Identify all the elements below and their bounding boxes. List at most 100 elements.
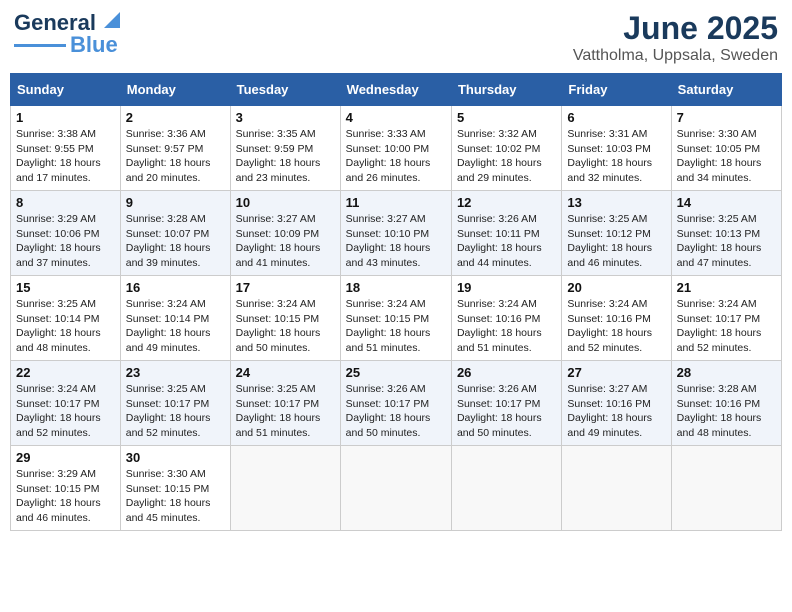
day-number: 24: [236, 365, 335, 380]
day-cell: 6 Sunrise: 3:31 AM Sunset: 10:03 PM Dayli…: [562, 106, 671, 191]
day-number: 27: [567, 365, 665, 380]
calendar-header-row: SundayMondayTuesdayWednesdayThursdayFrid…: [11, 74, 782, 106]
day-number: 3: [236, 110, 335, 125]
day-info: Sunrise: 3:27 AM Sunset: 10:10 PM Daylig…: [346, 212, 446, 271]
day-cell: 24 Sunrise: 3:25 AM Sunset: 10:17 PM Dayl…: [230, 361, 340, 446]
day-number: 13: [567, 195, 665, 210]
day-info: Sunrise: 3:28 AM Sunset: 10:16 PM Daylig…: [677, 382, 776, 441]
day-cell: 21 Sunrise: 3:24 AM Sunset: 10:17 PM Dayl…: [671, 276, 781, 361]
day-info: Sunrise: 3:27 AM Sunset: 10:16 PM Daylig…: [567, 382, 665, 441]
day-info: Sunrise: 3:28 AM Sunset: 10:07 PM Daylig…: [126, 212, 225, 271]
day-info: Sunrise: 3:24 AM Sunset: 10:16 PM Daylig…: [567, 297, 665, 356]
day-info: Sunrise: 3:24 AM Sunset: 10:14 PM Daylig…: [126, 297, 225, 356]
logo-underline: [14, 44, 66, 47]
day-number: 7: [677, 110, 776, 125]
day-cell: 16 Sunrise: 3:24 AM Sunset: 10:14 PM Dayl…: [120, 276, 230, 361]
col-header-wednesday: Wednesday: [340, 74, 451, 106]
day-number: 9: [126, 195, 225, 210]
day-number: 22: [16, 365, 115, 380]
day-number: 1: [16, 110, 115, 125]
day-number: 25: [346, 365, 446, 380]
day-info: Sunrise: 3:29 AM Sunset: 10:15 PM Daylig…: [16, 467, 115, 526]
day-number: 18: [346, 280, 446, 295]
day-info: Sunrise: 3:24 AM Sunset: 10:15 PM Daylig…: [346, 297, 446, 356]
calendar-subtitle: Vattholma, Uppsala, Sweden: [573, 47, 778, 65]
day-info: Sunrise: 3:25 AM Sunset: 10:14 PM Daylig…: [16, 297, 115, 356]
day-info: Sunrise: 3:27 AM Sunset: 10:09 PM Daylig…: [236, 212, 335, 271]
day-cell: 5 Sunrise: 3:32 AM Sunset: 10:02 PM Dayli…: [451, 106, 561, 191]
day-number: 11: [346, 195, 446, 210]
day-info: Sunrise: 3:31 AM Sunset: 10:03 PM Daylig…: [567, 127, 665, 186]
day-info: Sunrise: 3:25 AM Sunset: 10:17 PM Daylig…: [126, 382, 225, 441]
day-number: 12: [457, 195, 556, 210]
day-info: Sunrise: 3:35 AM Sunset: 9:59 PM Dayligh…: [236, 127, 335, 186]
day-cell: 18 Sunrise: 3:24 AM Sunset: 10:15 PM Dayl…: [340, 276, 451, 361]
logo-blue: Blue: [70, 32, 118, 58]
day-number: 21: [677, 280, 776, 295]
day-info: Sunrise: 3:32 AM Sunset: 10:02 PM Daylig…: [457, 127, 556, 186]
day-info: Sunrise: 3:30 AM Sunset: 10:05 PM Daylig…: [677, 127, 776, 186]
day-cell: [451, 446, 561, 531]
day-info: Sunrise: 3:26 AM Sunset: 10:11 PM Daylig…: [457, 212, 556, 271]
day-number: 10: [236, 195, 335, 210]
week-row-3: 15 Sunrise: 3:25 AM Sunset: 10:14 PM Dayl…: [11, 276, 782, 361]
day-cell: 23 Sunrise: 3:25 AM Sunset: 10:17 PM Dayl…: [120, 361, 230, 446]
day-info: Sunrise: 3:25 AM Sunset: 10:17 PM Daylig…: [236, 382, 335, 441]
logo: General Blue: [14, 10, 120, 58]
col-header-saturday: Saturday: [671, 74, 781, 106]
day-number: 19: [457, 280, 556, 295]
day-cell: 27 Sunrise: 3:27 AM Sunset: 10:16 PM Dayl…: [562, 361, 671, 446]
day-number: 4: [346, 110, 446, 125]
day-info: Sunrise: 3:26 AM Sunset: 10:17 PM Daylig…: [457, 382, 556, 441]
day-number: 17: [236, 280, 335, 295]
day-cell: 28Sunrise: 3:28 AM Sunset: 10:16 PM Dayl…: [671, 361, 781, 446]
day-number: 5: [457, 110, 556, 125]
day-info: Sunrise: 3:24 AM Sunset: 10:17 PM Daylig…: [16, 382, 115, 441]
day-number: 8: [16, 195, 115, 210]
day-number: 30: [126, 450, 225, 465]
week-row-5: 29 Sunrise: 3:29 AM Sunset: 10:15 PM Dayl…: [11, 446, 782, 531]
day-info: Sunrise: 3:25 AM Sunset: 10:12 PM Daylig…: [567, 212, 665, 271]
day-info: Sunrise: 3:25 AM Sunset: 10:13 PM Daylig…: [677, 212, 776, 271]
day-cell: [671, 446, 781, 531]
day-cell: 26 Sunrise: 3:26 AM Sunset: 10:17 PM Dayl…: [451, 361, 561, 446]
day-info: Sunrise: 3:24 AM Sunset: 10:15 PM Daylig…: [236, 297, 335, 356]
calendar-table: SundayMondayTuesdayWednesdayThursdayFrid…: [10, 73, 782, 531]
week-row-4: 22 Sunrise: 3:24 AM Sunset: 10:17 PM Dayl…: [11, 361, 782, 446]
page-header: General Blue June 2025 Vattholma, Uppsal…: [10, 10, 782, 65]
day-info: Sunrise: 3:30 AM Sunset: 10:15 PM Daylig…: [126, 467, 225, 526]
day-number: 6: [567, 110, 665, 125]
day-info: Sunrise: 3:29 AM Sunset: 10:06 PM Daylig…: [16, 212, 115, 271]
day-cell: 25 Sunrise: 3:26 AM Sunset: 10:17 PM Dayl…: [340, 361, 451, 446]
day-number: 26: [457, 365, 556, 380]
day-cell: 10 Sunrise: 3:27 AM Sunset: 10:09 PM Dayl…: [230, 191, 340, 276]
day-cell: [562, 446, 671, 531]
week-row-1: 1 Sunrise: 3:38 AM Sunset: 9:55 PM Daylig…: [11, 106, 782, 191]
day-cell: 7 Sunrise: 3:30 AM Sunset: 10:05 PM Dayli…: [671, 106, 781, 191]
day-cell: 20Sunrise: 3:24 AM Sunset: 10:16 PM Dayl…: [562, 276, 671, 361]
day-info: Sunrise: 3:26 AM Sunset: 10:17 PM Daylig…: [346, 382, 446, 441]
day-cell: 13 Sunrise: 3:25 AM Sunset: 10:12 PM Dayl…: [562, 191, 671, 276]
day-cell: 19Sunrise: 3:24 AM Sunset: 10:16 PM Dayl…: [451, 276, 561, 361]
col-header-sunday: Sunday: [11, 74, 121, 106]
day-number: 16: [126, 280, 225, 295]
day-cell: 1 Sunrise: 3:38 AM Sunset: 9:55 PM Daylig…: [11, 106, 121, 191]
day-info: Sunrise: 3:33 AM Sunset: 10:00 PM Daylig…: [346, 127, 446, 186]
day-info: Sunrise: 3:24 AM Sunset: 10:17 PM Daylig…: [677, 297, 776, 356]
day-number: 14: [677, 195, 776, 210]
day-cell: 4 Sunrise: 3:33 AM Sunset: 10:00 PM Dayli…: [340, 106, 451, 191]
day-number: 15: [16, 280, 115, 295]
week-row-2: 8 Sunrise: 3:29 AM Sunset: 10:06 PM Dayli…: [11, 191, 782, 276]
col-header-thursday: Thursday: [451, 74, 561, 106]
day-number: 23: [126, 365, 225, 380]
col-header-tuesday: Tuesday: [230, 74, 340, 106]
day-cell: 3 Sunrise: 3:35 AM Sunset: 9:59 PM Daylig…: [230, 106, 340, 191]
day-cell: 12 Sunrise: 3:26 AM Sunset: 10:11 PM Dayl…: [451, 191, 561, 276]
day-cell: [340, 446, 451, 531]
day-info: Sunrise: 3:38 AM Sunset: 9:55 PM Dayligh…: [16, 127, 115, 186]
title-block: June 2025 Vattholma, Uppsala, Sweden: [573, 10, 778, 65]
day-info: Sunrise: 3:36 AM Sunset: 9:57 PM Dayligh…: [126, 127, 225, 186]
day-cell: 14 Sunrise: 3:25 AM Sunset: 10:13 PM Dayl…: [671, 191, 781, 276]
day-number: 29: [16, 450, 115, 465]
day-cell: 9 Sunrise: 3:28 AM Sunset: 10:07 PM Dayli…: [120, 191, 230, 276]
